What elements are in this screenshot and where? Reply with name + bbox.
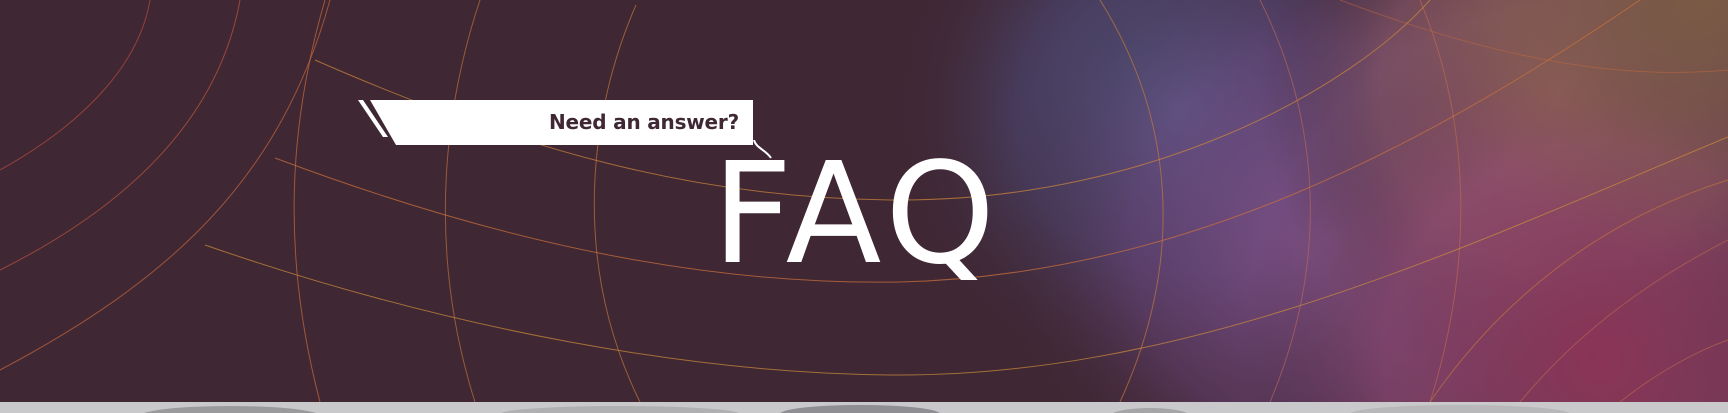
next-section-shapes (0, 402, 1728, 413)
faq-hero-banner: Need an answer? FAQ (0, 0, 1728, 402)
tagline-banner: Need an answer? (358, 99, 753, 149)
page-title: FAQ (712, 133, 1002, 296)
next-section-preview (0, 402, 1728, 413)
tagline-text: Need an answer? (549, 110, 739, 134)
